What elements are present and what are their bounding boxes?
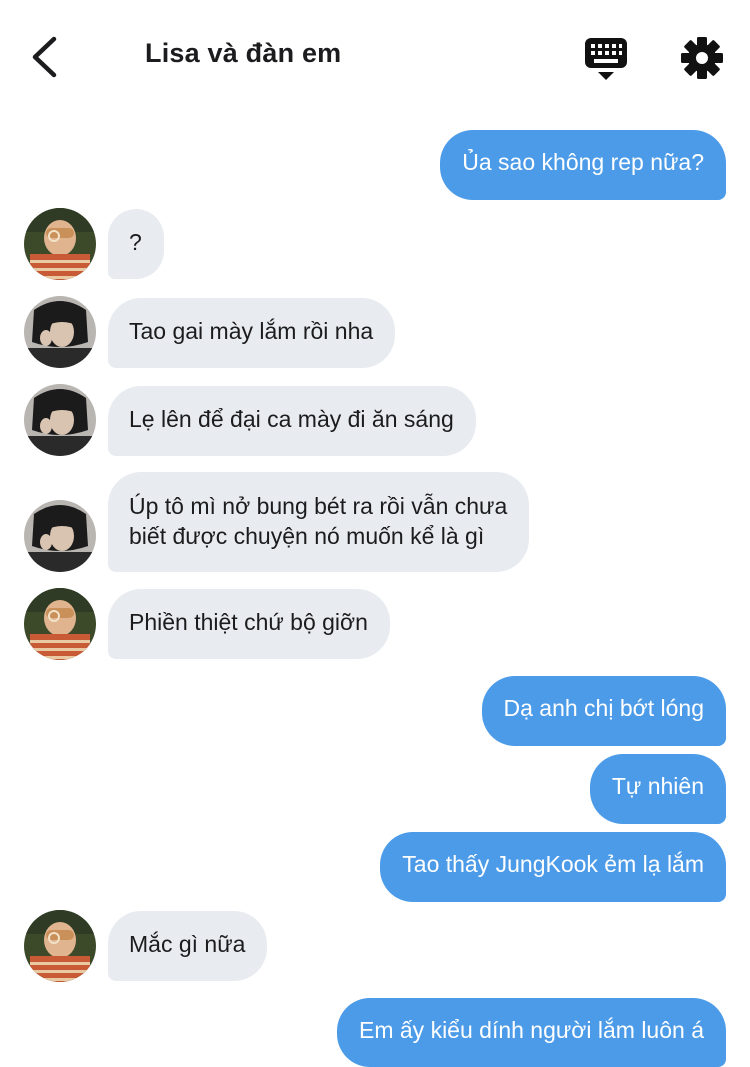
message-bubble-incoming[interactable]: Phiền thiệt chứ bộ giỡn [108,589,390,659]
chat-title: Lisa và đàn em [145,38,342,68]
message-bubble-outgoing[interactable]: Tự nhiên [589,754,726,824]
message-text: Ủa sao không rep nữa? [462,149,704,175]
message-bubble-incoming[interactable]: Mắc gì nữa [108,911,268,981]
avatar[interactable] [24,500,96,572]
message-text-line: biết được chuyện nó muốn kể là gì [129,523,485,549]
avatar[interactable] [24,588,96,660]
message-bubble-incoming[interactable]: Lẹ lên để đại ca mày đi ăn sáng [108,386,476,456]
keyboard-button[interactable] [583,36,629,82]
chat-header: Lisa và đàn em [0,0,750,110]
message-bubble-outgoing[interactable]: Em ấy kiểu dính người lắm luôn á [337,998,726,1067]
avatar[interactable] [24,910,96,982]
message-bubble-outgoing[interactable]: Ủa sao không rep nữa? [440,130,726,200]
avatar-image [24,296,96,368]
message-text: Phiền thiệt chứ bộ giỡn [129,609,368,635]
message-text: Lẹ lên để đại ca mày đi ăn sáng [129,406,454,432]
avatar-image [24,208,96,280]
message-bubble-incoming[interactable]: Úp tô mì nở bung bét ra rồi vẫn chưa biế… [108,472,530,572]
avatar-image [24,500,96,572]
avatar[interactable] [24,384,96,456]
message-text: Tự nhiên [611,773,704,799]
message-bubble-incoming[interactable]: Tao gai mày lắm rồi nha [108,298,396,368]
gear-icon [681,37,723,79]
message-text: Em ấy kiểu dính người lắm luôn á [359,1017,704,1043]
message-text: Dạ anh chị bớt lóng [503,695,705,721]
message-bubble-outgoing[interactable]: Dạ anh chị bớt lóng [481,676,726,746]
avatar-image [24,588,96,660]
message-text-line: Úp tô mì nở bung bét ra rồi vẫn chưa [129,493,508,519]
message-text: ? [129,229,142,255]
back-button[interactable] [24,34,68,80]
avatar[interactable] [24,296,96,368]
message-bubble-outgoing[interactable]: Tao thấy JungKook ẻm lạ lắm [380,832,726,902]
avatar-image [24,384,96,456]
message-text: Tao gai mày lắm rồi nha [129,318,374,344]
message-text: Tao thấy JungKook ẻm lạ lắm [402,851,704,877]
message-bubble-incoming[interactable]: ? [108,209,164,279]
keyboard-icon [585,38,627,80]
avatar-image [24,910,96,982]
message-text: Mắc gì nữa [129,931,246,957]
settings-button[interactable] [679,35,725,81]
chevron-left-icon [32,36,57,78]
avatar[interactable] [24,208,96,280]
